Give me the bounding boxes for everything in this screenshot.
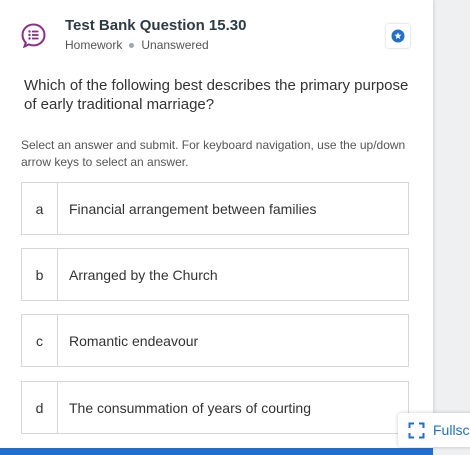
bottom-accent-bar [0, 448, 433, 455]
fullscreen-label: Fullsc [433, 422, 470, 438]
assignment-type: Homework [65, 38, 123, 52]
status-text: Unanswered [141, 38, 209, 52]
instructions-text: Select an answer and submit. For keyboar… [21, 138, 406, 169]
option-text: The consummation of years of courting [69, 399, 312, 416]
option-letter: d [22, 382, 58, 433]
question-card: Test Bank Question 15.30 Homework Unansw… [0, 0, 433, 448]
fullscreen-button[interactable]: Fullsc [398, 413, 470, 447]
separator-dot [129, 42, 135, 48]
option-text: Financial arrangement between families [69, 200, 317, 217]
option-text: Arranged by the Church [69, 266, 218, 283]
question-text: Which of the following best describes th… [24, 77, 409, 113]
option-letter: a [22, 183, 58, 234]
fullscreen-icon [408, 422, 425, 438]
question-meta: Homework Unanswered [65, 38, 209, 52]
answer-option-a[interactable]: a Financial arrangement between families [21, 182, 409, 235]
answer-option-b[interactable]: b Arranged by the Church [21, 248, 409, 301]
star-icon [391, 29, 405, 43]
option-text: Romantic endeavour [69, 332, 199, 349]
answer-option-c[interactable]: c Romantic endeavour [21, 314, 409, 367]
option-letter: b [22, 249, 58, 300]
answer-option-d[interactable]: d The consummation of years of courting [21, 381, 409, 434]
page-title: Test Bank Question 15.30 [65, 17, 247, 34]
bookmark-button[interactable] [386, 24, 410, 48]
question-list-icon [21, 23, 46, 48]
option-letter: c [22, 315, 58, 366]
